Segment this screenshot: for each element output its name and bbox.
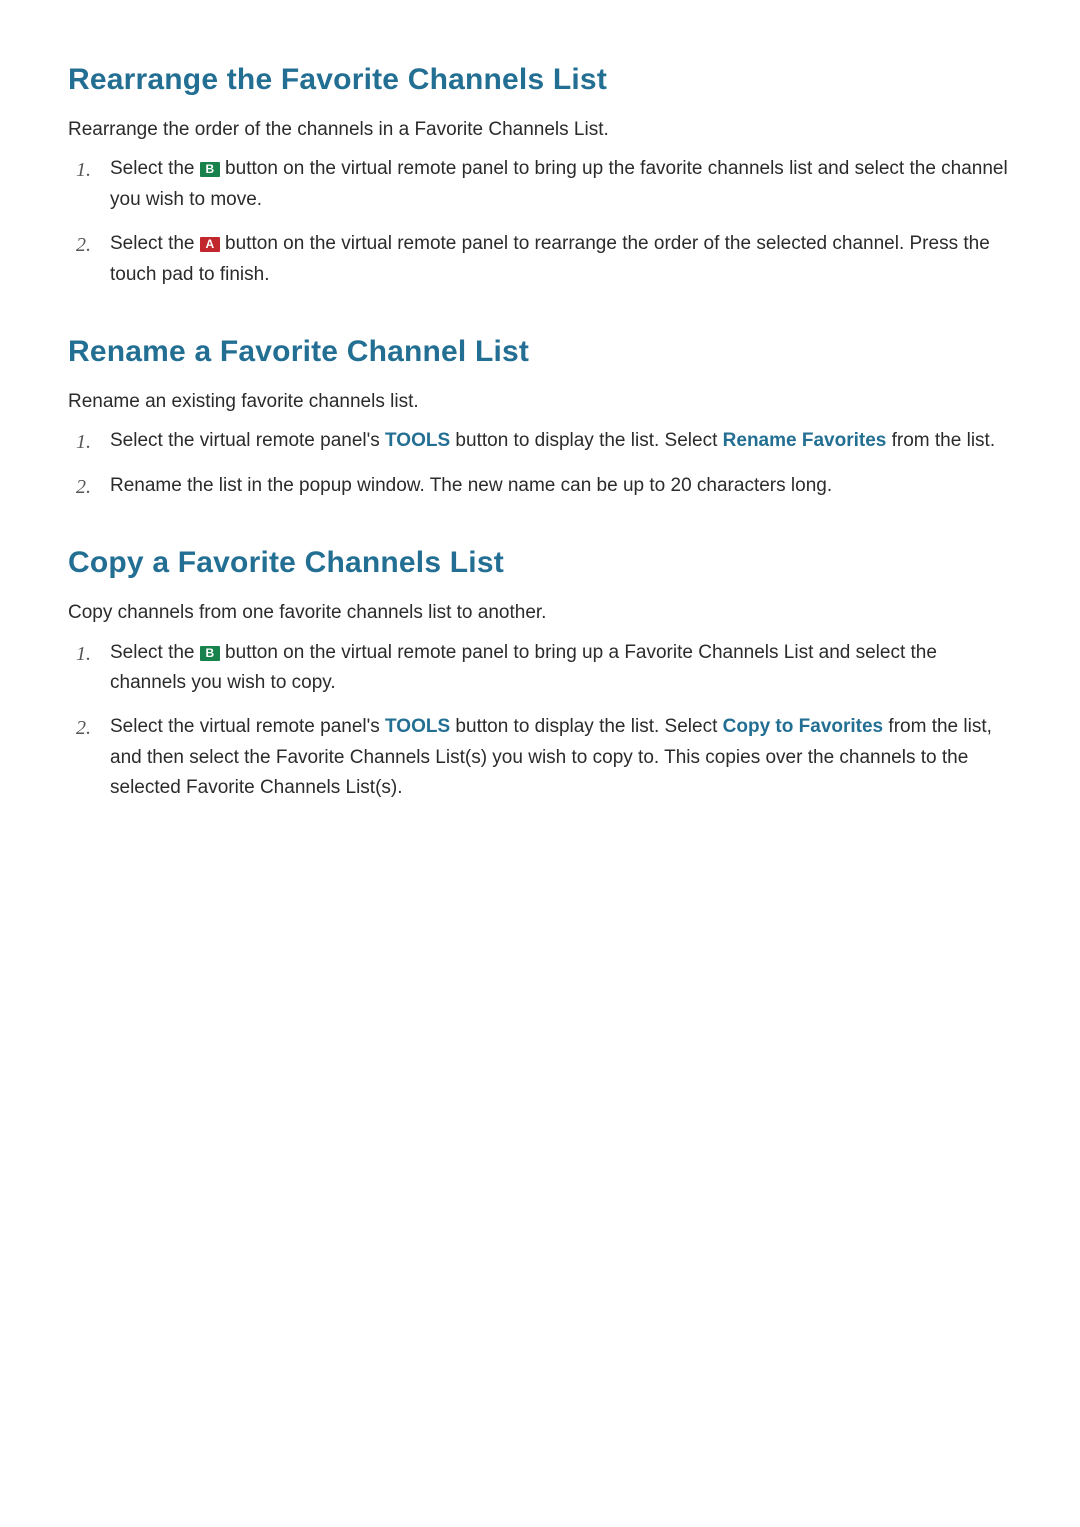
section-heading: Rearrange the Favorite Channels List <box>68 60 1012 99</box>
step-item: Select the A button on the virtual remot… <box>110 229 1012 290</box>
step-list: Select the virtual remote panel's TOOLS … <box>68 426 1012 501</box>
section: Rename a Favorite Channel List Rename an … <box>68 332 1012 501</box>
step-text: Rename the list in the popup window. The… <box>110 475 832 496</box>
remote-button-b-icon: B <box>200 646 220 661</box>
step-text: Select the <box>110 233 200 254</box>
step-text: from the list. <box>886 430 995 451</box>
step-text: button to display the list. Select <box>450 430 723 451</box>
remote-button-b-icon: B <box>200 162 220 177</box>
section: Copy a Favorite Channels List Copy channe… <box>68 543 1012 803</box>
step-item: Select the virtual remote panel's TOOLS … <box>110 426 1012 456</box>
step-text: button to display the list. Select <box>450 716 723 737</box>
step-item: Select the B button on the virtual remot… <box>110 154 1012 215</box>
ui-keyword: TOOLS <box>385 430 450 451</box>
section-intro: Copy channels from one favorite channels… <box>68 598 1012 627</box>
ui-keyword: Rename Favorites <box>723 430 887 451</box>
step-item: Select the B button on the virtual remot… <box>110 638 1012 699</box>
document-page: Rearrange the Favorite Channels List Rear… <box>0 0 1080 1527</box>
step-text: Select the virtual remote panel's <box>110 716 385 737</box>
step-text: Select the <box>110 642 200 663</box>
section-intro: Rename an existing favorite channels lis… <box>68 387 1012 416</box>
step-text: Select the <box>110 158 200 179</box>
step-list: Select the B button on the virtual remot… <box>68 154 1012 290</box>
ui-keyword: Copy to Favorites <box>723 716 883 737</box>
step-text: button on the virtual remote panel to br… <box>110 642 937 693</box>
step-item: Rename the list in the popup window. The… <box>110 471 1012 501</box>
step-list: Select the B button on the virtual remot… <box>68 638 1012 804</box>
remote-button-a-icon: A <box>200 237 220 252</box>
step-text: button on the virtual remote panel to re… <box>110 233 990 284</box>
section-intro: Rearrange the order of the channels in a… <box>68 115 1012 144</box>
step-item: Select the virtual remote panel's TOOLS … <box>110 712 1012 803</box>
step-text: Select the virtual remote panel's <box>110 430 385 451</box>
ui-keyword: TOOLS <box>385 716 450 737</box>
section-heading: Rename a Favorite Channel List <box>68 332 1012 371</box>
section: Rearrange the Favorite Channels List Rear… <box>68 60 1012 290</box>
section-heading: Copy a Favorite Channels List <box>68 543 1012 582</box>
step-text: button on the virtual remote panel to br… <box>110 158 1008 209</box>
